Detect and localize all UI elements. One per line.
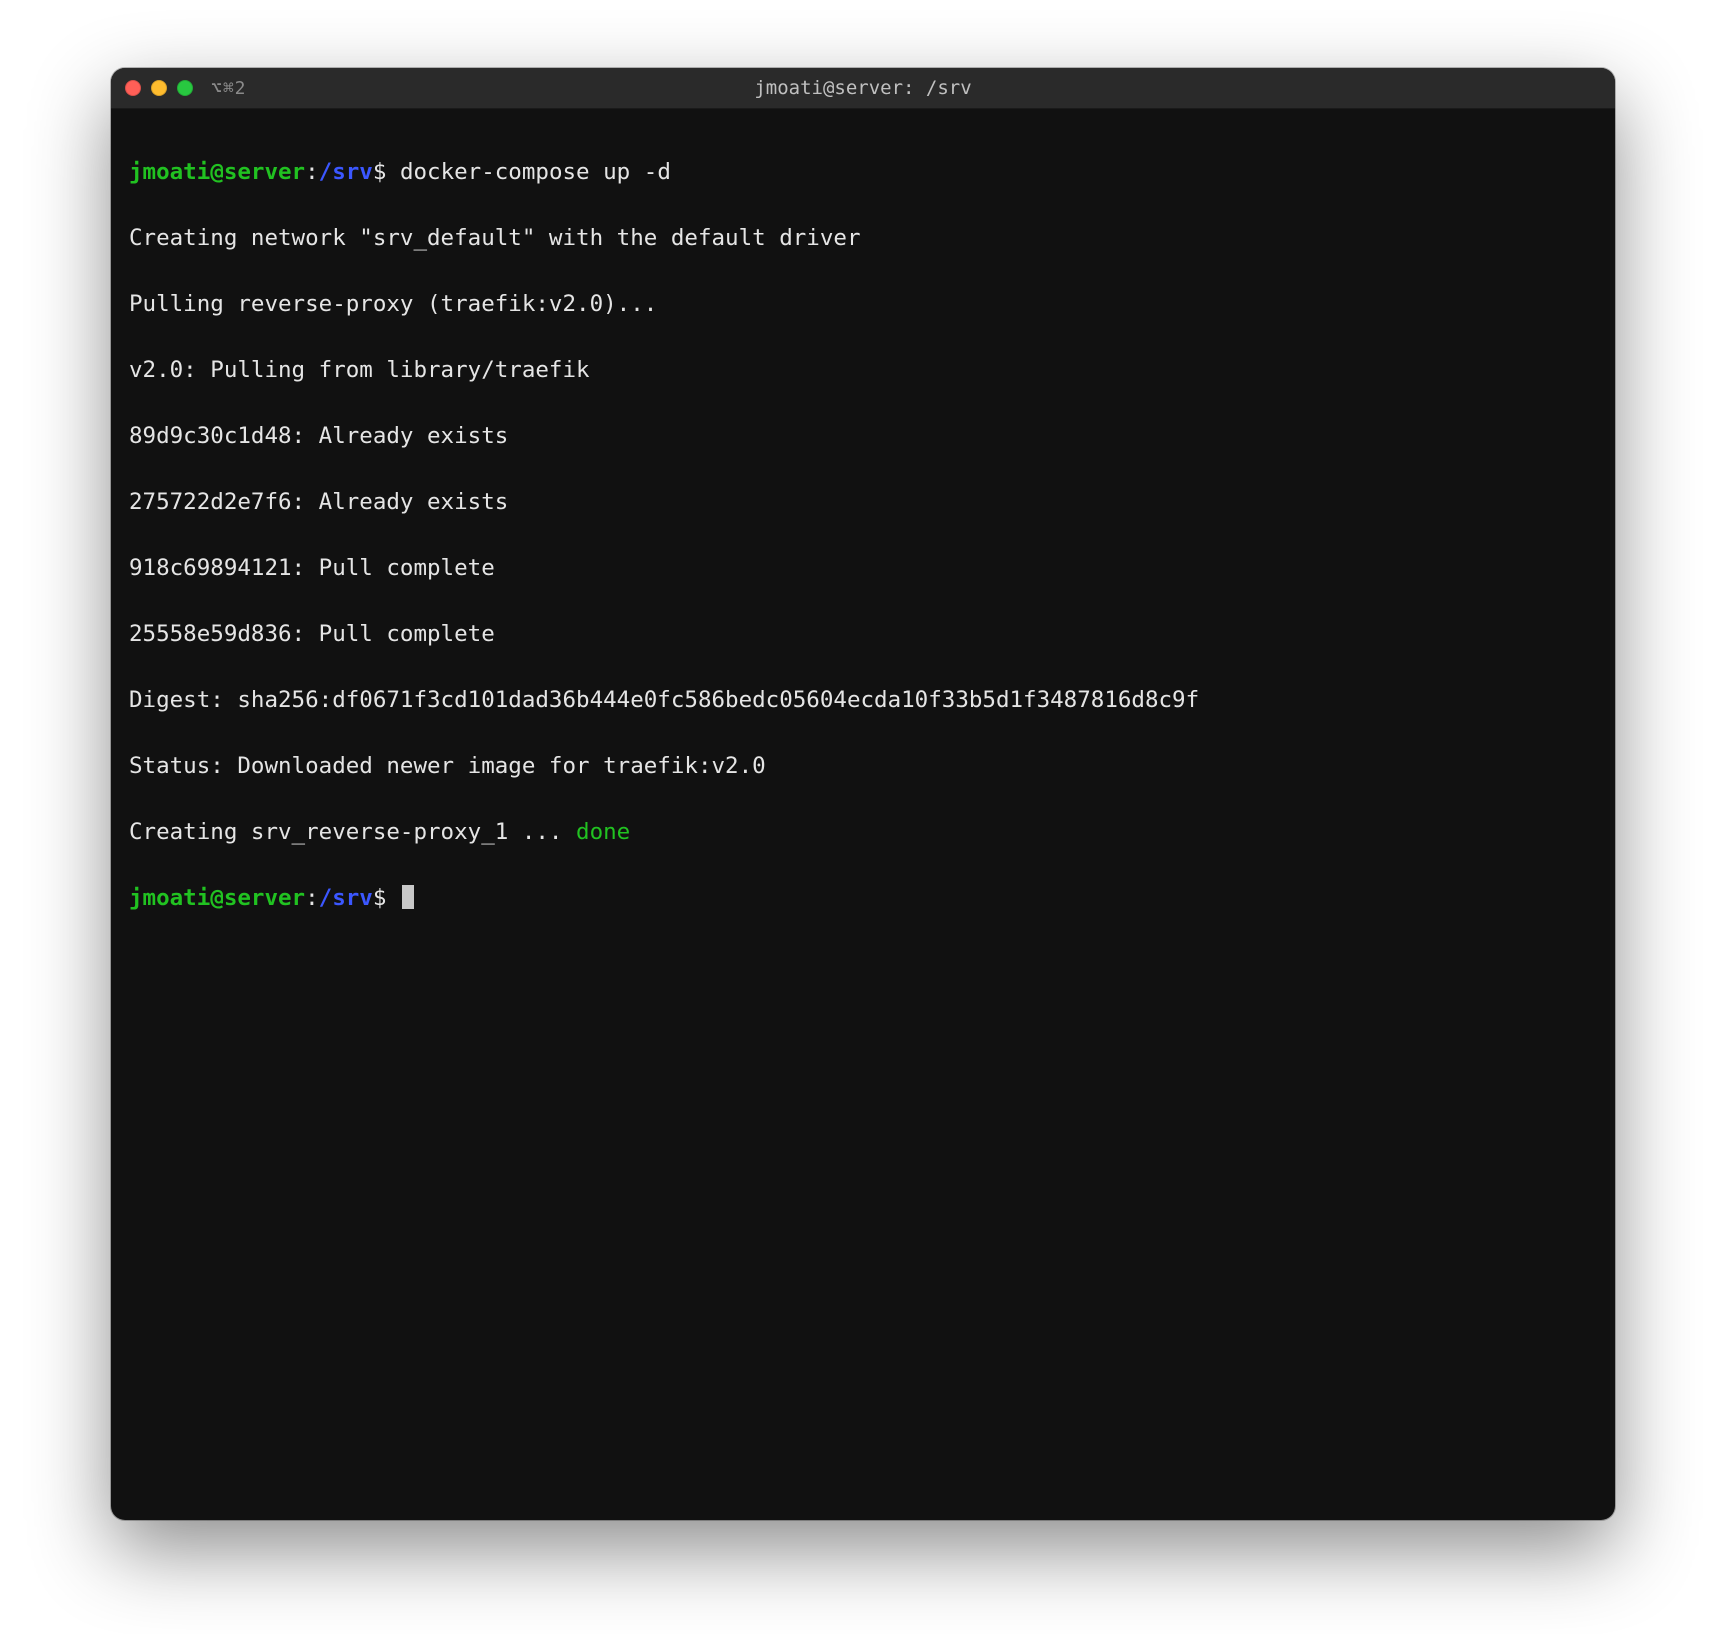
output-line: 89d9c30c1d48: Already exists	[129, 420, 1597, 453]
output-line: Status: Downloaded newer image for traef…	[129, 750, 1597, 783]
output-line: 25558e59d836: Pull complete	[129, 618, 1597, 651]
cursor-icon	[402, 885, 414, 909]
output-line: Digest: sha256:df0671f3cd101dad36b444e0f…	[129, 684, 1597, 717]
command-1: docker-compose up -d	[400, 159, 671, 185]
output-line: Creating network "srv_default" with the …	[129, 222, 1597, 255]
output-line: Pulling reverse-proxy (traefik:v2.0)...	[129, 288, 1597, 321]
prompt-user-host: jmoati@server	[129, 159, 305, 185]
terminal-window: ⌥⌘2 jmoati@server: /srv jmoati@server:/s…	[111, 68, 1615, 1520]
output-line-creating: Creating srv_reverse-proxy_1 ... done	[129, 816, 1597, 849]
minimize-icon[interactable]	[151, 80, 167, 96]
prompt-symbol: $	[373, 159, 387, 185]
creating-prefix: Creating srv_reverse-proxy_1 ...	[129, 819, 576, 845]
tab-indicator: ⌥⌘2	[211, 78, 247, 99]
titlebar: ⌥⌘2 jmoati@server: /srv	[111, 68, 1615, 109]
terminal-content[interactable]: jmoati@server:/srv$ docker-compose up -d…	[111, 109, 1615, 999]
prompt-colon: :	[305, 159, 319, 185]
window-title: jmoati@server: /srv	[754, 77, 971, 99]
prompt-symbol: $	[373, 885, 387, 911]
creating-status: done	[576, 819, 630, 845]
output-line: 918c69894121: Pull complete	[129, 552, 1597, 585]
output-line: 275722d2e7f6: Already exists	[129, 486, 1597, 519]
prompt-path: /srv	[319, 885, 373, 911]
prompt-colon: :	[305, 885, 319, 911]
prompt-line-2: jmoati@server:/srv$	[129, 882, 1597, 915]
prompt-path: /srv	[319, 159, 373, 185]
prompt-line-1: jmoati@server:/srv$ docker-compose up -d	[129, 156, 1597, 189]
traffic-lights	[125, 80, 193, 96]
prompt-user-host: jmoati@server	[129, 885, 305, 911]
close-icon[interactable]	[125, 80, 141, 96]
output-line: v2.0: Pulling from library/traefik	[129, 354, 1597, 387]
zoom-icon[interactable]	[177, 80, 193, 96]
